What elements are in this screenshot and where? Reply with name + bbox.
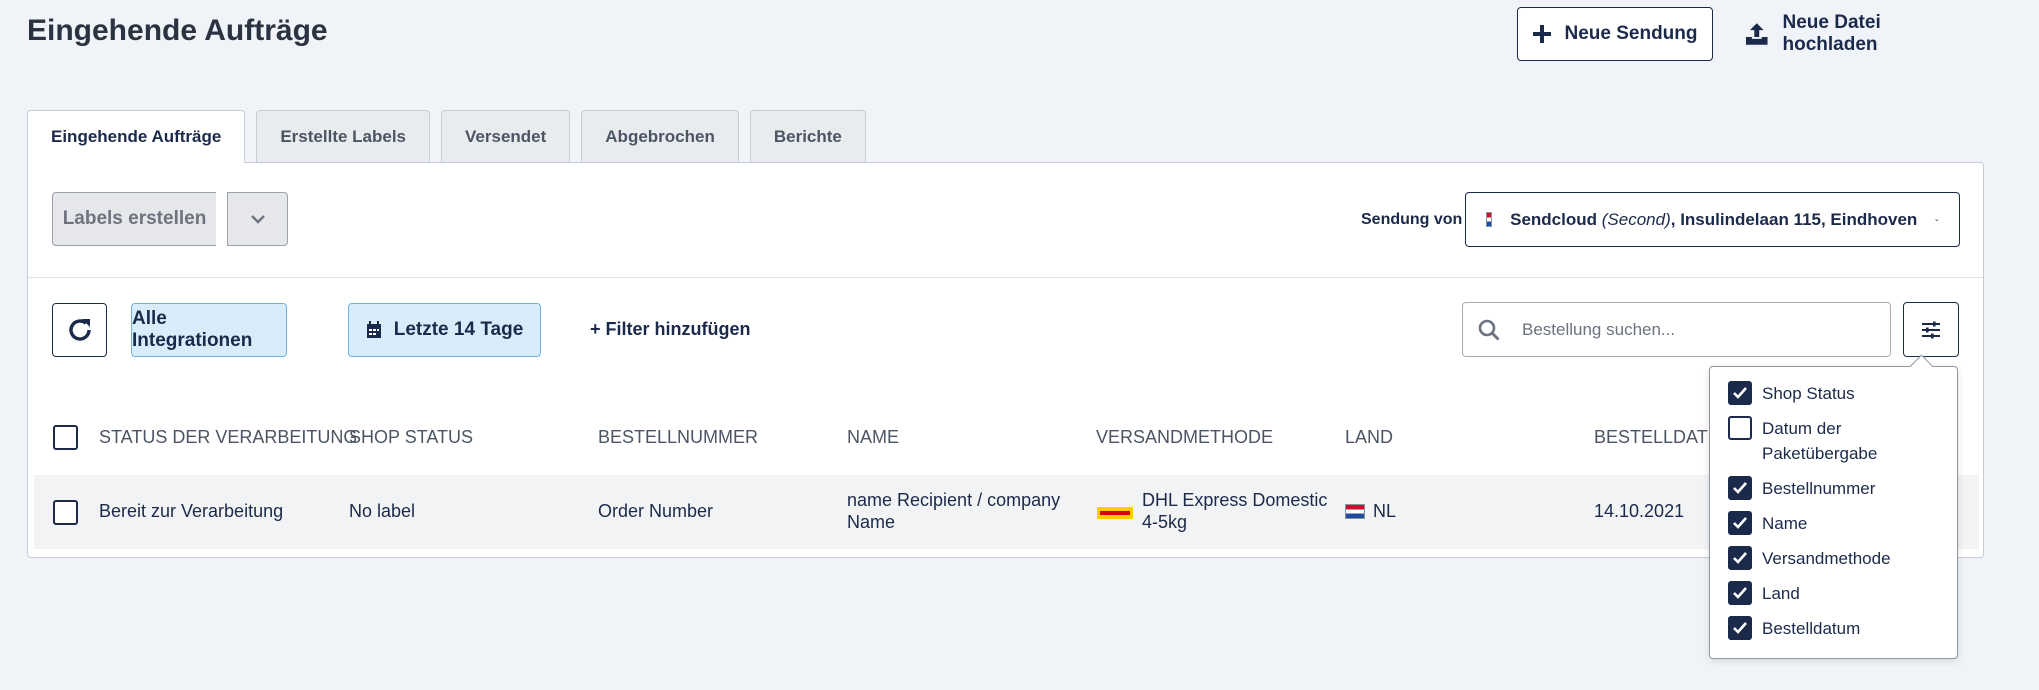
sender-value: Sendcloud (Second), Insulindelaan 115, E… xyxy=(1510,210,1917,230)
column-option-label: Shop Status xyxy=(1762,384,1855,403)
refresh-icon xyxy=(68,319,91,341)
row-country: NL xyxy=(1373,501,1397,521)
checkmark-icon xyxy=(1733,587,1747,599)
tab-incoming-orders[interactable]: Eingehende Aufträge xyxy=(27,110,246,163)
checkmark-icon xyxy=(1733,482,1747,494)
checkbox-checked[interactable] xyxy=(1728,581,1752,605)
create-labels-dropdown-button[interactable] xyxy=(227,192,288,246)
select-all-checkbox[interactable] xyxy=(53,425,78,450)
column-header-shop-status[interactable]: SHOP STATUS xyxy=(349,427,473,448)
netherlands-flag-icon xyxy=(1345,504,1365,519)
add-filter-link[interactable]: + Filter hinzufügen xyxy=(590,319,751,340)
refresh-button[interactable] xyxy=(52,303,107,357)
tab-reports[interactable]: Berichte xyxy=(749,110,866,162)
column-header-country[interactable]: LAND xyxy=(1345,427,1393,448)
chevron-down-icon xyxy=(1935,218,1939,221)
tab-shipped[interactable]: Versendet xyxy=(441,110,571,162)
row-order-date: 14.10.2021 xyxy=(1594,501,1685,521)
checkmark-icon xyxy=(1733,517,1747,529)
checkbox-checked[interactable] xyxy=(1728,476,1752,500)
column-option-shop-status[interactable]: Shop Status xyxy=(1728,381,1882,406)
upload-file-button[interactable]: Neue Datei hochladen xyxy=(1745,7,1977,61)
sender-select[interactable]: Sendcloud (Second), Insulindelaan 115, E… xyxy=(1465,192,1960,247)
new-shipment-label: Neue Sendung xyxy=(1564,23,1698,44)
checkmark-icon xyxy=(1733,622,1747,634)
checkmark-icon xyxy=(1733,552,1747,564)
checkbox-checked[interactable] xyxy=(1728,381,1752,405)
table-row[interactable] xyxy=(34,475,1979,549)
tab-bar: Eingehende Aufträge Erstellte Labels Ver… xyxy=(27,110,866,163)
column-option-label: Land xyxy=(1762,584,1800,603)
new-shipment-button[interactable]: Neue Sendung xyxy=(1517,7,1713,61)
column-option-handover-date[interactable]: Datum der Paketübergabe xyxy=(1728,416,1882,466)
row-name-line2: Name xyxy=(847,512,896,532)
page-title: Eingehende Aufträge xyxy=(27,14,328,47)
tab-cancelled[interactable]: Abgebrochen xyxy=(581,110,739,162)
sender-name: Sendcloud xyxy=(1510,209,1598,229)
sender-label: Sendung von xyxy=(1361,211,1463,228)
checkbox-checked[interactable] xyxy=(1728,511,1752,535)
column-option-label: Bestellnummer xyxy=(1762,479,1876,498)
column-option-label: Versandmethode xyxy=(1762,549,1891,568)
row-shipping-line1: DHL Express Domestic xyxy=(1142,490,1328,510)
create-labels-button[interactable]: Labels erstellen xyxy=(52,192,216,246)
column-header-order-number[interactable]: BESTELLNUMMER xyxy=(598,427,758,448)
column-visibility-menu: Shop Status Datum der Paketübergabe Best… xyxy=(1709,366,1958,659)
row-name-line1: name Recipient / company xyxy=(847,490,1061,510)
checkmark-icon xyxy=(1733,387,1747,399)
plus-icon xyxy=(1533,25,1552,43)
checkbox-checked[interactable] xyxy=(1728,546,1752,570)
tab-created-labels[interactable]: Erstellte Labels xyxy=(256,110,431,162)
row-order-number: Order Number xyxy=(598,501,714,521)
row-shipping-line2: 4-5kg xyxy=(1142,512,1188,532)
column-header-shipping-method[interactable]: VERSANDMETHODE xyxy=(1096,427,1273,448)
sender-brand: (Second) xyxy=(1601,209,1671,229)
row-shop-status: No label xyxy=(349,501,416,521)
upload-file-label: Neue Datei hochladen xyxy=(1782,12,1881,55)
column-option-country[interactable]: Land xyxy=(1728,581,1882,606)
order-search-input[interactable] xyxy=(1522,319,1862,340)
column-option-order-number[interactable]: Bestellnummer xyxy=(1728,476,1882,501)
column-option-label: Datum der Paketübergabe xyxy=(1762,419,1878,463)
column-header-processing-status[interactable]: STATUS DER VERARBEITUNG xyxy=(99,427,357,448)
calendar-icon xyxy=(366,321,381,338)
column-settings-button[interactable] xyxy=(1903,302,1959,357)
chevron-down-icon xyxy=(250,215,265,224)
checkbox-checked[interactable] xyxy=(1728,616,1752,640)
column-option-shipping-method[interactable]: Versandmethode xyxy=(1728,546,1891,571)
integrations-filter[interactable]: Alle Integrationen xyxy=(131,303,287,357)
row-checkbox[interactable] xyxy=(53,500,78,525)
netherlands-flag-icon xyxy=(1486,212,1493,227)
upload-icon xyxy=(1745,23,1768,45)
row-processing-status: Bereit zur Verarbeitung xyxy=(99,501,284,521)
column-option-label: Bestelldatum xyxy=(1762,619,1861,638)
sliders-icon xyxy=(1922,321,1940,338)
toolbar-divider xyxy=(28,277,1983,278)
sender-address: , Insulindelaan 115, Eindhoven xyxy=(1670,209,1918,229)
search-icon xyxy=(1478,319,1500,341)
order-search xyxy=(1462,302,1891,357)
date-range-filter[interactable]: Letzte 14 Tage xyxy=(348,303,541,357)
checkbox-unchecked[interactable] xyxy=(1728,416,1752,440)
date-range-label: Letzte 14 Tage xyxy=(393,319,524,340)
orders-panel: Labels erstellen Sendung von Sendcloud (… xyxy=(27,162,1984,558)
column-header-name[interactable]: NAME xyxy=(847,427,899,448)
column-option-order-date[interactable]: Bestelldatum xyxy=(1728,616,1882,641)
column-option-name[interactable]: Name xyxy=(1728,511,1882,536)
dhl-logo-icon xyxy=(1097,507,1133,519)
column-option-label: Name xyxy=(1762,514,1808,533)
